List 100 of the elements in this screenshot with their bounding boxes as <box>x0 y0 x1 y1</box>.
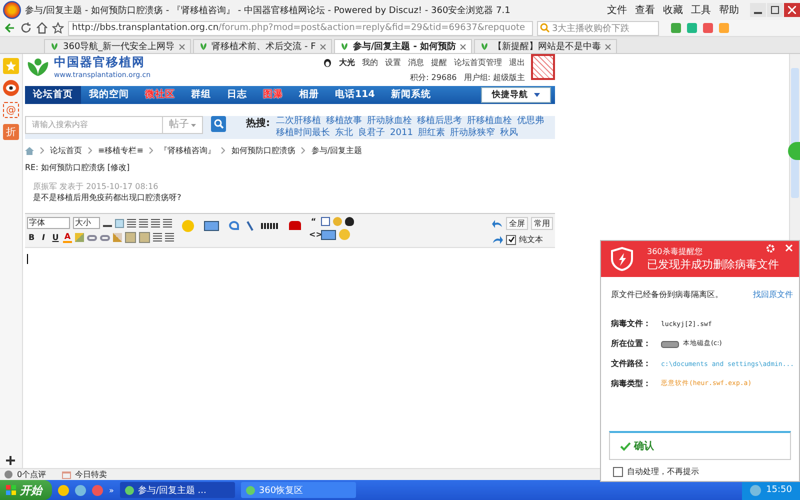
back-icon[interactable] <box>4 22 16 34</box>
unlink-icon[interactable] <box>100 234 110 240</box>
picture-icon[interactable] <box>321 230 336 240</box>
search-field[interactable]: 3大主播收购价下跌 <box>537 20 659 36</box>
menu-item[interactable]: 收藏 <box>663 3 683 17</box>
user-group-label[interactable]: 用户组: 超级版主 <box>464 72 525 83</box>
breadcrumb-link[interactable]: 论坛首页 <box>50 145 82 156</box>
maximize-button[interactable] <box>767 3 783 17</box>
close-button[interactable] <box>784 3 800 17</box>
menu-item[interactable]: 文件 <box>607 3 627 17</box>
restore-link[interactable]: 找回原文件 <box>753 289 793 300</box>
undo-icon[interactable] <box>492 220 503 228</box>
hot-search-link[interactable]: 肝动脉狭窄 <box>450 127 495 139</box>
minimize-button[interactable] <box>750 3 766 17</box>
image-icon[interactable] <box>204 220 219 230</box>
close-icon[interactable] <box>605 44 612 50</box>
star-outline-icon[interactable] <box>52 22 64 34</box>
auto-handle-checkbox[interactable] <box>613 466 623 476</box>
user-menu-link[interactable]: 消息 <box>408 57 424 68</box>
close-icon[interactable] <box>460 44 466 50</box>
reload-icon[interactable] <box>20 22 32 34</box>
close-icon[interactable] <box>178 44 185 50</box>
user-menu-link[interactable]: 设置 <box>385 57 401 68</box>
quote-button[interactable]: “ <box>309 217 318 226</box>
browser-tab[interactable]: 参与/回复主题 - 如何预防 <box>334 39 472 53</box>
font-dropdown[interactable]: 字体 <box>27 217 70 229</box>
star-icon[interactable] <box>3 58 19 74</box>
format-button[interactable]: A <box>63 232 72 243</box>
breadcrumb-link[interactable]: 『肾移植咨询』 <box>159 145 216 156</box>
user-menu-link[interactable]: 提醒 <box>431 57 447 68</box>
format-button[interactable]: U <box>51 233 60 242</box>
address-field[interactable]: http://bbs.transplantation.org.cn/forum.php?mod=post&action=reply&fid=29&tid=69637&repquote <box>68 20 533 36</box>
hot-search-link[interactable]: 二次肝移植 <box>276 115 322 127</box>
close-icon[interactable] <box>320 44 326 50</box>
chevron-icon <box>301 147 306 154</box>
hot-search-link[interactable]: 胆红素 <box>418 127 445 139</box>
nav-tab[interactable]: 电话114 <box>327 86 383 104</box>
taskbar-task[interactable]: 参与/回复主题 ... <box>120 482 235 498</box>
background-color-icon[interactable] <box>115 218 124 228</box>
hot-search-link[interactable]: 肝动脉血栓 <box>367 115 412 127</box>
browser-tab[interactable]: 360导航_新一代安全上网导 <box>44 39 191 53</box>
quick-launch-icon[interactable] <box>58 484 69 496</box>
confirm-button[interactable]: 确认 <box>609 431 791 460</box>
hot-search-link[interactable]: 肝移植血栓 <box>467 115 512 127</box>
breadcrumb-link[interactable]: 参与/回复主题 <box>311 145 362 156</box>
breadcrumb-link[interactable]: 如何预防口腔溃疡 <box>231 145 296 156</box>
hot-search-link[interactable]: 2011 <box>390 127 413 139</box>
breadcrumb-link[interactable]: ≡移植专栏≡ <box>98 145 144 156</box>
menu-item[interactable]: 工具 <box>691 3 711 17</box>
hot-search-link[interactable]: 良君子 <box>358 127 386 139</box>
settings-icon[interactable] <box>766 244 775 253</box>
nav-tab[interactable]: 群组 <box>183 86 219 104</box>
gift-icon[interactable] <box>62 470 72 479</box>
user-menu-link[interactable]: 退出 <box>509 57 525 68</box>
film-icon[interactable] <box>261 222 279 228</box>
format-button[interactable]: I <box>39 233 48 242</box>
nav-tab[interactable]: 新闻系统 <box>382 86 439 104</box>
menu-item[interactable]: 帮助 <box>719 3 739 17</box>
nav-tab[interactable]: 论坛首页 <box>25 86 81 104</box>
document-icon[interactable] <box>321 217 330 226</box>
more-button[interactable]: » <box>109 486 114 494</box>
add-icon[interactable] <box>6 456 15 465</box>
fullscreen-button[interactable]: 全屏 <box>506 217 528 230</box>
checkbox-label: 纯文本 <box>519 234 543 245</box>
plain-text-checkbox[interactable] <box>506 234 516 244</box>
hot-search-link[interactable]: 东北 <box>335 127 354 139</box>
hot-search-link[interactable]: 秋风 <box>500 127 518 139</box>
user-menu-link[interactable]: 我的 <box>362 57 378 68</box>
format-button[interactable]: B <box>27 233 36 242</box>
quote-text: 是不是移植后用免疫药都出现口腔溃疡呀? <box>33 192 182 203</box>
leaf-logo-icon <box>25 56 51 76</box>
hot-search-link[interactable]: 移植故事 <box>326 115 362 127</box>
home-icon[interactable] <box>36 22 48 34</box>
hot-search-link[interactable]: 优思弗 <box>517 115 544 127</box>
common-button[interactable]: 常用 <box>531 217 553 230</box>
user-menu-link[interactable]: 论坛首页管理 <box>454 57 502 68</box>
search-button[interactable] <box>211 116 226 132</box>
start-button[interactable]: 开始 <box>0 480 52 500</box>
browser-tab[interactable]: 肾移植术前、术后交流 - F <box>192 39 332 53</box>
nav-tab[interactable]: 相册 <box>291 86 327 104</box>
comment-icon[interactable] <box>4 470 13 479</box>
quick-nav-button[interactable]: 快捷导航 <box>481 87 551 103</box>
menu-item[interactable]: 查看 <box>635 3 655 17</box>
points-label[interactable]: 积分: 29686 <box>410 72 457 83</box>
link-icon[interactable] <box>87 234 97 240</box>
quick-launch-icon[interactable] <box>75 484 86 496</box>
maximize-icon <box>771 6 779 14</box>
taskbar-task[interactable]: 360恢复区 <box>240 482 356 498</box>
hot-search-link[interactable]: 移植时间最长 <box>276 127 330 139</box>
quote-author: 原振军 发表于 2015-10-17 08:16 <box>33 181 160 192</box>
size-dropdown[interactable]: 大小 <box>73 217 100 229</box>
hot-search-link[interactable]: 移植后思考 <box>417 115 462 127</box>
redo-icon[interactable] <box>492 236 503 244</box>
nav-tab[interactable]: 日志 <box>219 86 255 104</box>
reviews-count[interactable]: 0个点评 <box>17 469 46 480</box>
username-link[interactable]: 大光 <box>339 57 355 68</box>
eye-icon[interactable] <box>3 80 19 96</box>
daily-deals-link[interactable]: 今日特卖 <box>75 469 108 480</box>
browser-tab[interactable]: 【新提醒】网站是不是中毒 <box>474 39 618 53</box>
nav-tab[interactable]: 我的空间 <box>81 86 137 104</box>
